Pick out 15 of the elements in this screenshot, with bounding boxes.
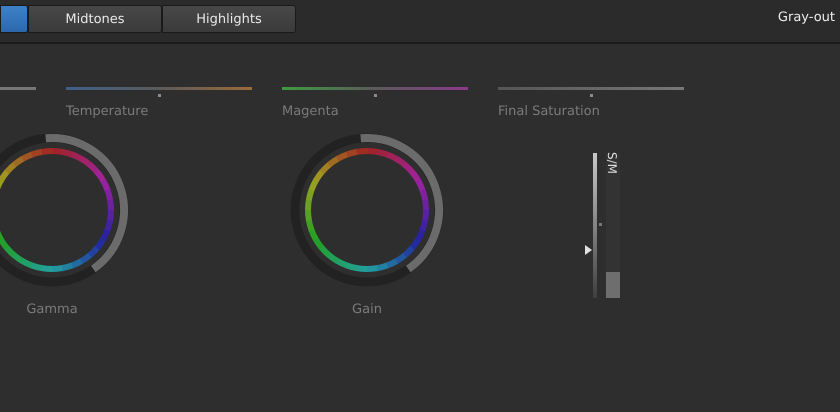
tab[interactable]: Midtones	[28, 5, 162, 33]
slider-label: Temperature	[66, 104, 148, 119]
slider-label: Magenta	[282, 104, 339, 119]
slider-handle[interactable]	[590, 94, 592, 97]
tab[interactable]: Highlights	[162, 5, 296, 33]
tab[interactable]	[0, 5, 28, 33]
meter-label: S/M	[605, 152, 619, 174]
slider-track[interactable]	[0, 87, 36, 90]
slider-handle[interactable]	[158, 94, 160, 97]
wheel-label: Gamma	[26, 302, 78, 317]
slider-label: Final Saturation	[498, 104, 600, 119]
mode-label: Gray-out	[778, 10, 835, 25]
wheel-label: Gain	[352, 302, 382, 317]
marker-icon[interactable]	[585, 245, 592, 256]
slider-handle[interactable]	[374, 94, 376, 97]
